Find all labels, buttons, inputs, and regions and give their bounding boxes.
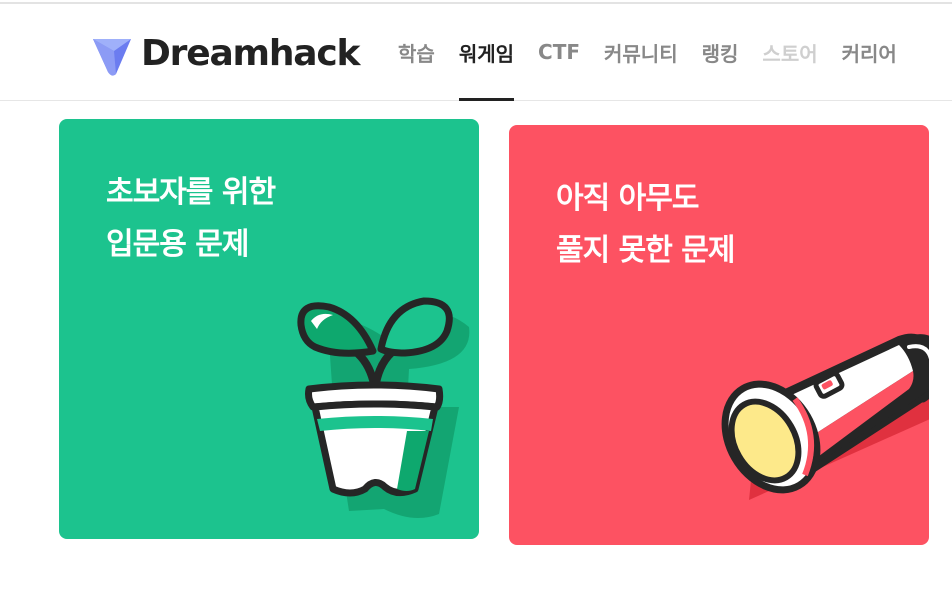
card-title-line-2: 풀지 못한 문제	[556, 233, 735, 268]
beginner-problems-card[interactable]: 초보자를 위한 입문용 문제	[59, 119, 479, 539]
card-title-line-1: 아직 아무도	[556, 181, 699, 216]
nav-item-ctf[interactable]: CTF	[538, 4, 580, 100]
nav-item-wargame[interactable]: 워게임	[458, 4, 515, 101]
flashlight-icon	[721, 333, 929, 500]
card-title-line-2: 입문용 문제	[106, 227, 249, 262]
logo-text: Dreamhack	[141, 33, 360, 74]
dreamhack-logo-icon	[93, 39, 131, 76]
site-header: Dreamhack 학습 워게임 CTF 커뮤니티 랭킹 스토어 커리어	[0, 4, 952, 101]
nav-item-learn[interactable]: 학습	[398, 4, 435, 100]
nav-item-store[interactable]: 스토어	[762, 4, 817, 100]
main-nav: 학습 워게임 CTF 커뮤니티 랭킹 스토어 커리어	[398, 4, 921, 101]
nav-item-ranking[interactable]: 랭킹	[702, 4, 739, 100]
dreamhack-logo[interactable]: Dreamhack	[90, 31, 360, 77]
unsolved-problems-card[interactable]: 아직 아무도 풀지 못한 문제	[509, 125, 929, 545]
nav-item-community[interactable]: 커뮤니티	[604, 4, 678, 100]
sprout-pot-icon	[297, 297, 470, 518]
card-title: 초보자를 위한 입문용 문제	[106, 167, 276, 271]
card-title-line-1: 초보자를 위한	[106, 175, 276, 210]
nav-item-career[interactable]: 커리어	[842, 4, 897, 100]
card-title: 아직 아무도 풀지 못한 문제	[556, 173, 735, 277]
